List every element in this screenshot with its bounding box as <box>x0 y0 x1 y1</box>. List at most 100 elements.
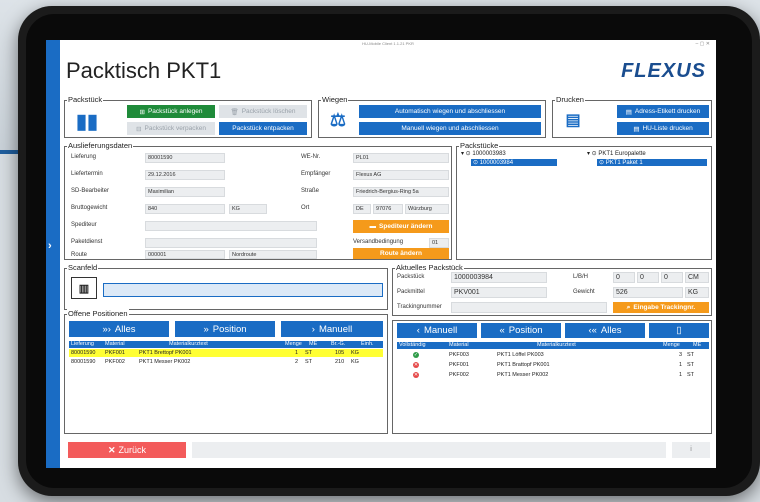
lbh-unit: CM <box>685 272 709 283</box>
route-aendern-button[interactable]: Route ändern <box>353 248 449 259</box>
double-chevron-left-icon: « <box>499 325 505 336</box>
land-field[interactable]: DE <box>353 204 371 214</box>
eingabe-tracking-label: Eingabe Trackingnr. <box>633 304 696 311</box>
adress-etikett-button[interactable]: ▤ Adress-Etikett drucken <box>617 105 709 118</box>
packstueck-inhalt-group: ‹ Manuell «Position ‹« Alles ▯ Vollständig… <box>392 320 712 434</box>
chevron-right-icon: › <box>311 323 315 335</box>
box-icon: ⊟ <box>136 125 142 133</box>
double-chevron-right-icon: » <box>203 323 209 335</box>
barcode-icon: ▥ <box>71 277 97 299</box>
packstueck-loeschen-button[interactable]: 🗑 Packstück löschen <box>219 105 307 118</box>
chevron-left-icon: ‹ <box>416 325 420 336</box>
versandbedingung-field[interactable]: 01 <box>429 238 449 248</box>
triple-chevron-right-icon: »› <box>102 323 111 335</box>
offene-position-button[interactable]: » Position <box>175 321 275 337</box>
inhalt-document-button[interactable]: ▯ <box>649 323 709 338</box>
truck-icon: ▬ <box>369 223 377 230</box>
offene-table-header: Lieferung Material Materialkurztext Meng… <box>69 341 383 348</box>
hoehe-field[interactable]: 0 <box>661 272 683 283</box>
plz-field[interactable]: 97076 <box>373 204 403 214</box>
zurueck-button[interactable]: ✕ Zurück <box>68 442 186 458</box>
paketdienst-field[interactable] <box>145 238 317 248</box>
table-row[interactable]: 80001590 PKF002 PKT1 Messer PK002 2 ST 2… <box>69 358 383 366</box>
table-row[interactable]: ✕ PKF001 PKT1 Brattopf PK001 1 ST <box>397 361 709 369</box>
spediteur-aendern-label: Spediteur ändern <box>379 223 433 230</box>
spediteur-aendern-button[interactable]: ▬ Spediteur ändern <box>353 220 449 233</box>
flexus-logo: FLEXUS <box>621 60 706 82</box>
info-button[interactable]: i <box>672 442 710 458</box>
cell-me: ST <box>687 352 695 358</box>
packmittel-field[interactable]: PKV001 <box>451 287 547 298</box>
tree-node-root1[interactable]: ▾ ⊙ 1000003983 <box>461 150 506 157</box>
hu-label: HU-Liste drucken <box>642 125 693 132</box>
tree-node-child2[interactable]: ⊙ PKT1 Paket 1 <box>597 159 707 166</box>
packmittel-label: Packmittel <box>397 289 425 295</box>
window-controls[interactable]: – ▢ ✕ <box>696 41 710 47</box>
tree-node-root2[interactable]: ▾ ⊙ PKT1 Europalette <box>587 150 646 157</box>
col-material: Material <box>449 342 469 348</box>
trackingnummer-field[interactable] <box>451 302 607 313</box>
laenge-field[interactable]: 0 <box>613 272 635 283</box>
gewicht-field[interactable]: 526 <box>613 287 683 298</box>
inhalt-alles-button[interactable]: ‹« Alles <box>565 323 645 338</box>
window-title: HU-Mobile Client 1.1.21 PKR <box>362 41 414 46</box>
table-row[interactable]: 80001590 PKF001 PKT1 Brettopf PK001 1 ST… <box>69 349 383 357</box>
cell-lieferung: 80001590 <box>71 359 96 365</box>
inhalt-position-button[interactable]: «Position <box>481 323 561 338</box>
tree-root2-label: PKT1 Europalette <box>598 151 646 157</box>
bruttogewicht-label: Bruttogewicht <box>71 205 108 211</box>
drucken-group: Drucken ▤ ▤ Adress-Etikett drucken ▤ HU-Li… <box>552 95 712 138</box>
we-nr-field[interactable]: PL01 <box>353 153 449 163</box>
aktuelles-packstueck-group: Aktuelles Packstück Packstück 1000003984… <box>392 263 712 316</box>
search-icon: ⌕ <box>626 303 631 311</box>
manuell-wiegen-button[interactable]: Manuell wiegen und abschliessen <box>359 122 541 135</box>
route-name-field[interactable]: Nordroute <box>229 250 317 259</box>
scan-input[interactable] <box>103 283 383 297</box>
liefertermin-field[interactable]: 29.12.2016 <box>145 170 225 180</box>
error-circle-icon: ✕ <box>413 362 419 368</box>
spediteur-field[interactable] <box>145 221 317 231</box>
inhalt-manuell-label: Manuell <box>423 325 458 336</box>
offene-alles-button[interactable]: »› Alles <box>69 321 169 337</box>
cell-material: PKF001 <box>449 362 469 368</box>
route-field[interactable]: 000001 <box>145 250 225 259</box>
wiegen-group-title: Wiegen <box>321 95 349 105</box>
anlegen-label: Packstück anlegen <box>147 108 203 115</box>
cell-einh: KG <box>351 359 359 365</box>
packstueck-verpacken-button[interactable]: ⊟ Packstück verpacken <box>127 122 215 135</box>
tree-node-child1[interactable]: ⊙ 1000003984 <box>471 159 557 166</box>
eingabe-tracking-button[interactable]: ⌕ Eingabe Trackingnr. <box>613 302 709 313</box>
col-materialkurztext: Materialkurztext <box>169 341 208 347</box>
inhalt-table-header: Vollständig Material Materialkurztext Me… <box>397 342 709 349</box>
cell-menge: 3 <box>679 352 683 358</box>
auslieferungsdaten-group: Auslieferungsdaten Lieferung 80001590 Li… <box>64 141 452 260</box>
breite-field[interactable]: 0 <box>637 272 659 283</box>
printer-small-icon: ▤ <box>633 125 640 133</box>
strasse-field[interactable]: Friedrich-Bergius-Ring 5a <box>353 187 449 197</box>
table-row[interactable]: ✓ PKF003 PKT1 Löffel PK003 3 ST <box>397 351 709 359</box>
route-aendern-label: Route ändern <box>380 250 422 257</box>
sd-bearbeiter-field[interactable]: Maximilian <box>145 187 225 197</box>
lieferung-label: Lieferung <box>71 154 97 160</box>
empfaenger-field[interactable]: Flexus AG <box>353 170 449 180</box>
bruttogewicht-field[interactable]: 840 <box>145 204 225 214</box>
packstueck-field[interactable]: 1000003984 <box>451 272 547 283</box>
offene-manuell-button[interactable]: › Manuell <box>281 321 383 337</box>
col-me: ME <box>309 341 318 347</box>
inhalt-alles-label: Alles <box>600 325 622 336</box>
offene-position-label: Position <box>212 323 247 335</box>
sd-bearbeiter-label: SD-Bearbeiter <box>71 188 110 194</box>
inhalt-manuell-button[interactable]: ‹ Manuell <box>397 323 477 338</box>
cell-materialkurztext: PKT1 Brattopf PK001 <box>497 362 550 368</box>
ort-field[interactable]: Würzburg <box>405 204 449 214</box>
packstueck-entpacken-button[interactable]: Packstück entpacken <box>219 122 307 135</box>
hu-liste-button[interactable]: ▤ HU-Liste drucken <box>617 122 709 135</box>
lieferung-field[interactable]: 80001590 <box>145 153 225 163</box>
table-row[interactable]: ✕ PKF002 PKT1 Messer PK002 1 ST <box>397 371 709 379</box>
main-content: HU-Mobile Client 1.1.21 PKR – ▢ ✕ Packti… <box>60 40 716 468</box>
packstueck-anlegen-button[interactable]: ⊞ Packstück anlegen <box>127 105 215 118</box>
document-icon: ▯ <box>676 325 682 336</box>
side-panel-toggle[interactable]: › <box>46 40 60 468</box>
manuell-wiegen-label: Manuell wiegen und abschliessen <box>401 125 499 132</box>
auto-wiegen-button[interactable]: Automatisch wiegen und abschliessen <box>359 105 541 118</box>
